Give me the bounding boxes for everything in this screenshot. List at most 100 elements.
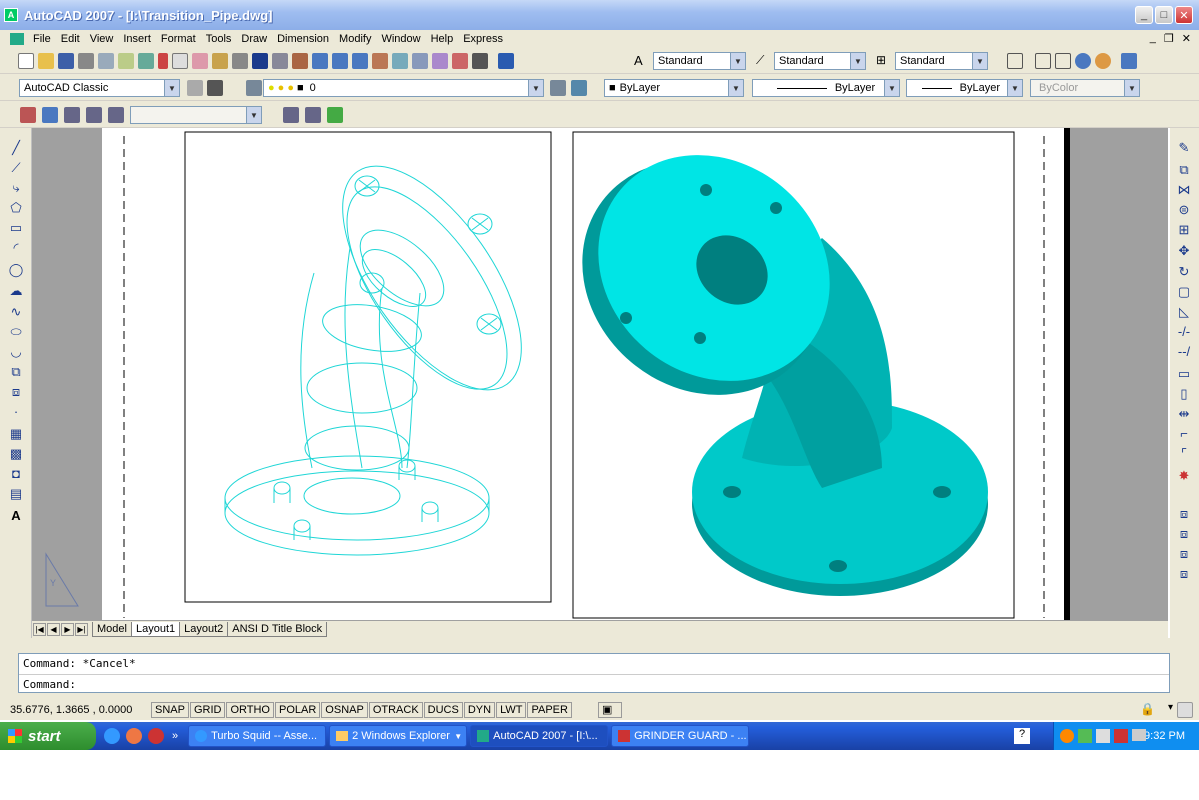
continuous-orbit-icon[interactable] <box>327 107 343 123</box>
open-icon[interactable] <box>38 53 54 69</box>
plot-preview-icon[interactable] <box>98 53 114 69</box>
layer-select[interactable]: ● ● ● ■ 0 ▼ <box>263 79 544 97</box>
task-autocad[interactable]: AutoCAD 2007 - [I:\... <box>470 725 609 747</box>
tab-layout1[interactable]: Layout1 <box>130 622 181 637</box>
materials-icon[interactable] <box>1121 53 1137 69</box>
mtext-icon[interactable]: A <box>8 508 24 524</box>
task-grinder-guard[interactable]: GRINDER GUARD - ... <box>611 725 750 747</box>
start-button[interactable]: start <box>0 722 96 750</box>
wireframe-viewport[interactable] <box>184 131 552 603</box>
construction-line-icon[interactable]: ⟋ <box>8 160 24 176</box>
send-under-icon[interactable]: ⧈ <box>1176 566 1192 582</box>
layer-properties-icon[interactable] <box>246 80 262 96</box>
fillet-icon[interactable]: ⌜ <box>1176 446 1192 462</box>
ortho-toggle[interactable]: ORTHO <box>226 702 274 718</box>
security-icon[interactable] <box>1096 729 1110 743</box>
command-window[interactable]: Command: *Cancel* Command: <box>18 653 1170 693</box>
minimize-button[interactable]: _ <box>1135 6 1153 24</box>
mirror-icon[interactable]: ⋈ <box>1176 182 1192 198</box>
etransmit-icon[interactable] <box>138 53 154 69</box>
polar-toggle[interactable]: POLAR <box>275 702 321 718</box>
line-icon[interactable]: ╱ <box>8 140 24 156</box>
move-icon[interactable]: ✥ <box>1176 243 1192 259</box>
cut-icon[interactable] <box>158 53 168 69</box>
menu-insert[interactable]: Insert <box>118 33 156 45</box>
undo-icon[interactable] <box>252 53 268 69</box>
arc-icon[interactable]: ◜ <box>8 240 24 256</box>
redo-icon[interactable] <box>272 53 288 69</box>
grid-toggle[interactable]: GRID <box>189 702 226 718</box>
chevron-down-icon[interactable]: ▼ <box>528 80 543 96</box>
new-icon[interactable] <box>18 53 34 69</box>
prev-tab-button[interactable]: ◀ <box>47 623 60 636</box>
workspace-select[interactable]: AutoCAD Classic ▼ <box>19 79 180 97</box>
menu-modify[interactable]: Modify <box>334 33 376 45</box>
doc-restore-button[interactable]: ❐ <box>1164 32 1174 45</box>
table-style-select[interactable]: Standard ▼ <box>895 52 988 70</box>
calculator-icon[interactable] <box>472 53 488 69</box>
make-current-layer-icon[interactable] <box>550 80 566 96</box>
clean-screen-icon[interactable] <box>1177 702 1193 718</box>
antivirus-icon[interactable] <box>1114 729 1128 743</box>
sphere-icon[interactable] <box>1075 53 1091 69</box>
tool-palettes-icon[interactable] <box>412 53 428 69</box>
command-prompt[interactable]: Command: <box>19 674 1169 694</box>
autocad-icon[interactable]: A <box>4 8 18 22</box>
orbit-icon[interactable] <box>283 107 299 123</box>
linetype-select[interactable]: ByLayer ▼ <box>752 79 900 97</box>
make-block-icon[interactable]: ⧈ <box>8 384 24 400</box>
polygon-icon[interactable]: ⬠ <box>8 200 24 216</box>
text-style-select[interactable]: Standard ▼ <box>653 52 746 70</box>
ellipse-icon[interactable]: ⬭ <box>8 324 24 340</box>
maximize-button[interactable]: □ <box>1155 6 1173 24</box>
point-icon[interactable]: · <box>8 404 24 420</box>
osnap-toggle[interactable]: OSNAP <box>321 702 368 718</box>
monitor-icon[interactable] <box>1132 729 1146 741</box>
help-icon[interactable]: ? <box>1014 728 1030 744</box>
gradient-icon[interactable]: ▩ <box>8 446 24 462</box>
revision-cloud-icon[interactable]: ☁ <box>8 283 24 299</box>
quicklaunch-more-icon[interactable]: » <box>172 730 178 742</box>
region-icon[interactable]: ◘ <box>8 466 24 482</box>
insert-block-icon[interactable]: ⧉ <box>8 364 24 380</box>
scale-icon[interactable]: ▢ <box>1176 284 1192 300</box>
chamfer-icon[interactable]: ⌐ <box>1176 426 1192 442</box>
chevron-down-icon[interactable]: ▼ <box>850 53 865 69</box>
print-icon[interactable] <box>78 53 94 69</box>
dyn-toggle[interactable]: DYN <box>463 702 496 718</box>
rectangle-icon[interactable]: ▭ <box>8 220 24 236</box>
tray-expand-icon[interactable] <box>1060 729 1074 743</box>
sheet-set-icon[interactable] <box>432 53 448 69</box>
break-at-point-icon[interactable]: ▭ <box>1176 366 1192 382</box>
ucs-origin-icon[interactable] <box>64 107 80 123</box>
color-select[interactable]: ■ ByLayer ▼ <box>604 79 744 97</box>
ucs-3point-icon[interactable] <box>86 107 102 123</box>
tab-ansi-d-title-block[interactable]: ANSI D Title Block <box>227 622 328 637</box>
clock[interactable]: 9:32 PM <box>1144 730 1185 742</box>
task-turbosquid[interactable]: Turbo Squid -- Asse... <box>188 725 327 747</box>
first-tab-button[interactable]: |◀ <box>33 623 46 636</box>
pan-icon[interactable] <box>292 53 308 69</box>
otrack-toggle[interactable]: OTRACK <box>368 702 423 718</box>
lineweight-select[interactable]: ByLayer ▼ <box>906 79 1023 97</box>
menu-view[interactable]: View <box>85 33 119 45</box>
free-orbit-icon[interactable] <box>305 107 321 123</box>
chevron-down-icon[interactable]: ▼ <box>730 53 745 69</box>
chevron-down-icon[interactable]: ▼ <box>246 107 261 123</box>
quicklaunch-icon[interactable] <box>148 728 164 744</box>
statusbar-menu-icon[interactable]: ▾ <box>1168 702 1173 713</box>
ie-icon[interactable] <box>104 728 120 744</box>
menu-tools[interactable]: Tools <box>201 33 237 45</box>
menu-draw[interactable]: Draw <box>236 33 272 45</box>
box-icon[interactable] <box>1035 53 1051 69</box>
erase-icon[interactable]: ✎ <box>1176 140 1192 156</box>
named-ucs-select[interactable]: ▼ <box>130 106 262 124</box>
bring-above-icon[interactable]: ⧈ <box>1176 546 1192 562</box>
plotstyle-select[interactable]: ByColor ▼ <box>1030 79 1140 97</box>
menu-edit[interactable]: Edit <box>56 33 85 45</box>
array-icon[interactable]: ⊞ <box>1176 222 1192 238</box>
explode-icon[interactable]: ✸ <box>1176 468 1192 484</box>
render-icon[interactable] <box>1095 53 1111 69</box>
design-center-icon[interactable] <box>392 53 408 69</box>
lock-icon[interactable]: 🔒 <box>1140 702 1155 716</box>
